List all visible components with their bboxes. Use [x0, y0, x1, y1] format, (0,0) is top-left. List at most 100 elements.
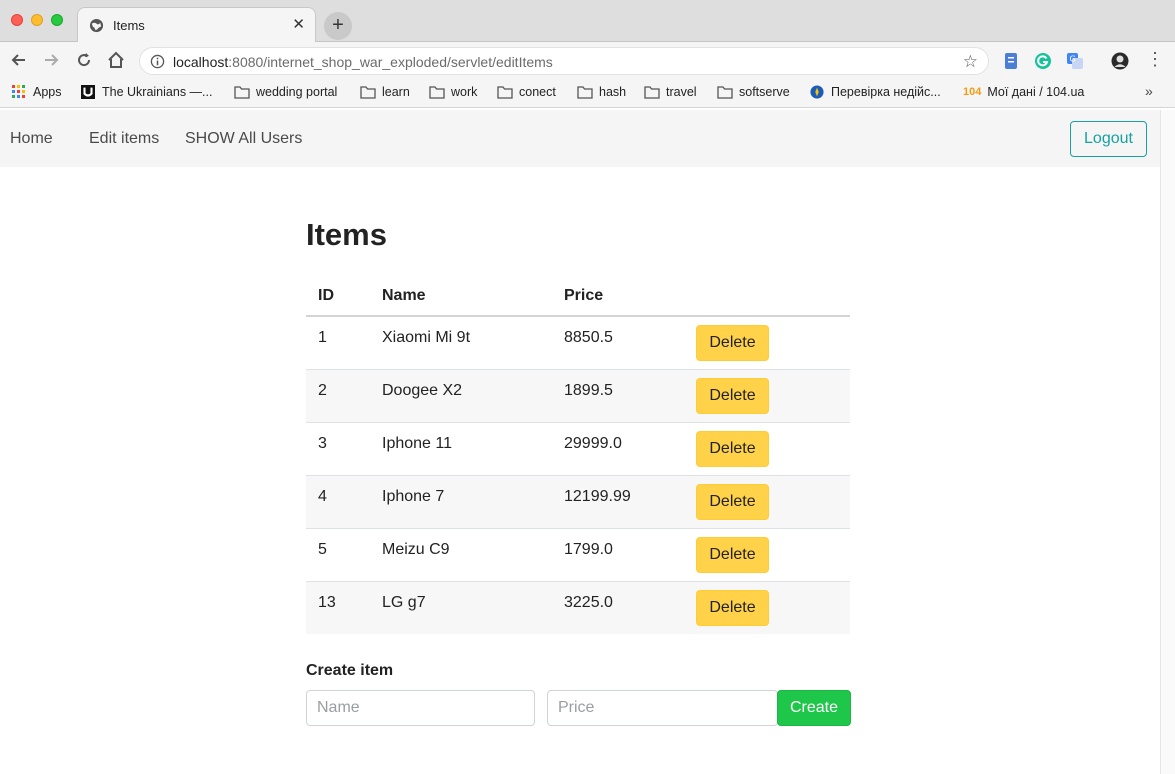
cell-price: 29999.0: [552, 421, 684, 475]
create-item-heading: Create item: [306, 662, 394, 679]
table-row: 3 Iphone 11 29999.0 Delete: [306, 421, 850, 475]
104-logo-icon: 104: [963, 86, 982, 98]
bookmark-104-ua[interactable]: 104 Мої дані / 104.ua: [963, 85, 1084, 99]
delete-button[interactable]: Delete: [696, 430, 769, 467]
new-tab-button[interactable]: +: [324, 12, 352, 40]
column-header-actions: [684, 277, 850, 317]
bookmark-softserve[interactable]: softserve: [717, 85, 790, 99]
globe-icon: [89, 18, 104, 33]
cell-name: Xiaomi Mi 9t: [370, 316, 552, 369]
page-scrollbar[interactable]: [1160, 110, 1175, 774]
bookmark-travel[interactable]: travel: [644, 85, 697, 99]
delete-button[interactable]: Delete: [696, 536, 769, 573]
item-price-input[interactable]: [547, 690, 778, 726]
table-row: 13 LG g7 3225.0 Delete: [306, 580, 850, 634]
bookmark-star-icon[interactable]: ☆: [963, 53, 978, 70]
cell-name: Iphone 11: [370, 421, 552, 475]
bookmark-hash[interactable]: hash: [577, 85, 626, 99]
app-navbar: Home Edit items SHOW All Users Logout: [0, 110, 1160, 167]
folder-icon: [577, 86, 593, 99]
cell-actions: Delete: [684, 368, 850, 422]
table-header-row: ID Name Price: [306, 277, 850, 317]
cell-price: 3225.0: [552, 580, 684, 634]
table-row: 5 Meizu C9 1799.0 Delete: [306, 527, 850, 581]
bookmark-label: The Ukrainians —...: [102, 85, 213, 99]
cell-id: 5: [306, 527, 370, 581]
bookmark-conect[interactable]: conect: [497, 85, 556, 99]
nav-show-all-users-link[interactable]: SHOW All Users: [185, 130, 302, 148]
cell-id: 4: [306, 474, 370, 528]
bookmark-label: Перевірка недійс...: [831, 85, 941, 99]
extension-document-icon[interactable]: [1002, 52, 1020, 70]
bookmark-label: hash: [599, 85, 627, 99]
create-button[interactable]: Create: [777, 690, 851, 726]
cell-name: LG g7: [370, 580, 552, 634]
logout-button[interactable]: Logout: [1070, 121, 1147, 157]
cell-actions: Delete: [684, 527, 850, 581]
delete-button[interactable]: Delete: [696, 325, 769, 361]
tab-close-icon[interactable]: ✕: [292, 16, 305, 34]
page-title: Items: [306, 217, 387, 252]
info-icon[interactable]: [150, 54, 165, 69]
bookmark-label: Мої дані / 104.ua: [987, 85, 1085, 99]
table-row: 4 Iphone 7 12199.99 Delete: [306, 474, 850, 528]
cell-actions: Delete: [684, 580, 850, 634]
ukrainians-logo-icon: [81, 85, 95, 99]
translate-icon[interactable]: G: [1066, 52, 1084, 70]
grammarly-icon[interactable]: [1034, 52, 1052, 70]
item-name-input[interactable]: [306, 690, 535, 726]
cell-price: 8850.5: [552, 316, 684, 369]
bookmark-perevirka[interactable]: Перевірка недійс...: [809, 85, 941, 99]
more-bookmarks-icon[interactable]: »: [1145, 83, 1153, 99]
bookmark-wedding-portal[interactable]: wedding portal: [234, 85, 337, 99]
back-arrow-icon[interactable]: [9, 50, 29, 70]
browser-tab[interactable]: Items ✕: [77, 7, 316, 43]
bookmarks-bar: Apps The Ukrainians —... wedding portal …: [0, 78, 1175, 108]
address-bar[interactable]: localhost:8080/internet_shop_war_explode…: [139, 47, 989, 75]
bookmark-label: travel: [666, 85, 697, 99]
bookmark-learn[interactable]: learn: [360, 85, 410, 99]
bookmark-label: wedding portal: [256, 85, 338, 99]
svg-text:G: G: [1070, 55, 1076, 64]
folder-icon: [644, 86, 660, 99]
bookmark-the-ukrainians[interactable]: The Ukrainians —...: [80, 85, 212, 99]
bookmark-label: softserve: [739, 85, 790, 99]
apps-grid-icon: [12, 85, 25, 98]
column-header-id: ID: [306, 277, 370, 317]
folder-icon: [497, 86, 513, 99]
folder-icon: [360, 86, 376, 99]
browser-toolbar: localhost:8080/internet_shop_war_explode…: [0, 42, 1175, 78]
delete-button[interactable]: Delete: [696, 589, 769, 626]
cell-actions: Delete: [684, 316, 850, 369]
cell-actions: Delete: [684, 474, 850, 528]
nav-edit-items-link[interactable]: Edit items: [89, 130, 159, 148]
column-header-price: Price: [552, 277, 684, 317]
bookmark-label: work: [451, 85, 478, 99]
maximize-window-button[interactable]: [51, 14, 63, 26]
delete-button[interactable]: Delete: [696, 377, 769, 414]
url-host: localhost: [173, 54, 229, 70]
tab-title: Items: [113, 18, 145, 33]
bookmark-apps[interactable]: Apps: [11, 85, 62, 99]
cell-id: 2: [306, 368, 370, 422]
profile-avatar-icon[interactable]: [1111, 52, 1129, 70]
delete-button[interactable]: Delete: [696, 483, 769, 520]
cell-actions: Delete: [684, 421, 850, 475]
home-icon[interactable]: [106, 50, 126, 70]
forward-arrow-icon[interactable]: [41, 50, 61, 70]
nav-home-link[interactable]: Home: [10, 130, 53, 148]
bookmark-label: Apps: [33, 85, 62, 99]
cell-price: 1799.0: [552, 527, 684, 581]
cell-name: Meizu C9: [370, 527, 552, 581]
cell-price: 12199.99: [552, 474, 684, 528]
close-window-button[interactable]: [11, 14, 23, 26]
cell-name: Doogee X2: [370, 368, 552, 422]
bookmark-work[interactable]: work: [429, 85, 477, 99]
column-header-name: Name: [370, 277, 552, 317]
browser-tab-strip: Items ✕ +: [0, 0, 1175, 43]
url-path: :8080/internet_shop_war_exploded/servlet…: [228, 54, 553, 70]
browser-menu-icon[interactable]: ⋮: [1146, 50, 1164, 68]
table-row: 1 Xiaomi Mi 9t 8850.5 Delete: [306, 316, 850, 369]
reload-icon[interactable]: [74, 50, 94, 70]
minimize-window-button[interactable]: [31, 14, 43, 26]
